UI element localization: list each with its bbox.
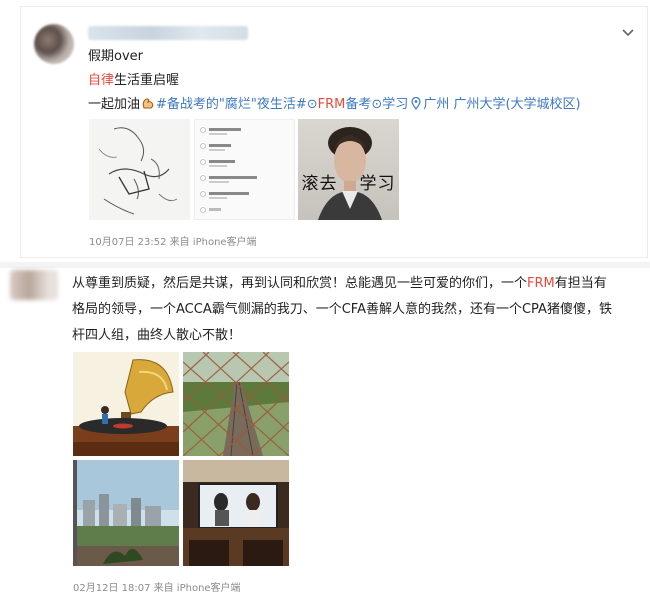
post-text-line2: 自律生活重启喔 [88,72,179,90]
photo-city-window[interactable] [73,460,179,566]
topic-icon-prefix: ⊙ [306,97,318,112]
post2-timestamp-source[interactable]: 02月12日 18:07 来自 iPhone客户端 [73,579,241,594]
post-text-line1: 假期over [88,49,143,64]
railway-photo [183,352,289,456]
flexed-biceps-icon [142,98,154,109]
highlight-word: 自律 [88,73,115,88]
location-pin-icon [411,96,421,111]
username-blurred[interactable] [88,26,248,40]
thumbnail-todo-list[interactable] [194,119,295,220]
post-text-line2-rest: 生活重启喔 [114,73,180,88]
photo-gramophone[interactable] [73,352,179,456]
avatar[interactable] [10,270,58,300]
photo-railway[interactable] [183,352,289,456]
avatar[interactable] [34,24,74,64]
photo-screen-room[interactable] [183,460,289,566]
city-view-photo [73,460,179,566]
post-timestamp-source[interactable]: 10月07日 23:52 来自 iPhone客户端 [89,233,257,248]
post-separator [0,262,650,268]
frm-topic-link[interactable]: ⊙FRM备考⊙学习 [307,97,409,112]
post2-text-line3: 杆四人组，曲终人散心不散！ [72,328,242,343]
post2-text-line1: 从尊重到质疑，然后是共谋，再到认同和欣赏！总能遇见一些可爱的你们，一个FRM有担… [72,271,607,296]
todo-list-image [195,120,294,219]
post2-line1-a: 从尊重到质疑，然后是共谋，再到认同和欣赏！总能遇见一些可爱的你们，一个 [72,276,528,291]
topic-study-text: 备考⊙学习 [345,97,409,112]
thumbnail-hand-sketch[interactable] [89,119,190,220]
post2-text-line2: 格局的领导，一个ACCA霸气侧漏的我刀、一个CFA善解人意的我然，还有一个CPA… [72,302,612,317]
post2-line1-b: 有担当有 [554,276,607,291]
chevron-down-icon[interactable] [622,28,634,38]
post-text-line3: 一起加油 #备战考的"腐烂"夜生活#⊙FRM备考⊙学习 广州 广州大学(大学城校区) [88,96,581,114]
thumbnail-portrait-meme[interactable]: 滚去 学习 [298,119,399,220]
location-link[interactable]: 广州 广州大学(大学城校区) [423,97,580,112]
gramophone-illustration [73,352,179,456]
hand-sketch-image [89,119,190,220]
frm-highlight: FRM [317,97,346,112]
caption-right: 学习 [359,174,396,194]
post-text-plain: 一起加油 [88,97,141,112]
hashtag-link[interactable]: #备战考的"腐烂"夜生活# [156,97,307,112]
frm-highlight: FRM [527,276,555,291]
presentation-room-photo [183,460,289,566]
caption-left: 滚去 [301,174,338,194]
meme-caption: 滚去 学习 [298,169,399,194]
